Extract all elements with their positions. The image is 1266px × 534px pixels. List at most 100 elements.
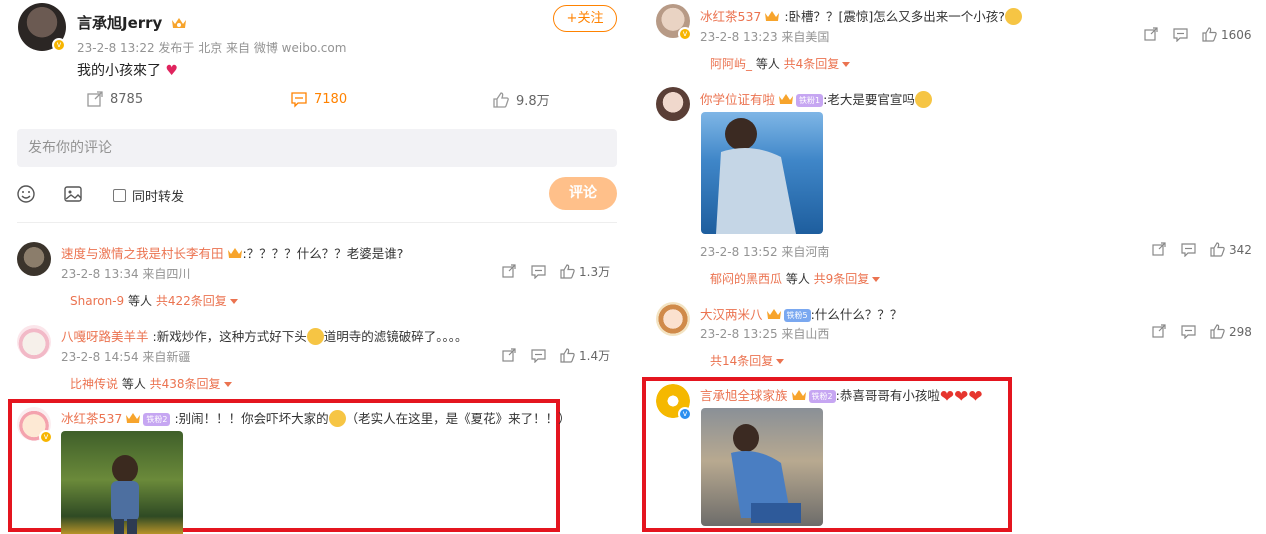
right-panel: v 冰红茶537 :卧槽？？[震惊]怎么又多出来一个小孩? 23-2-8 13:… xyxy=(642,0,1266,534)
avatar[interactable] xyxy=(17,242,51,276)
comment-image[interactable] xyxy=(701,112,823,234)
emoji-icon[interactable] xyxy=(16,184,36,204)
more-replies-link[interactable]: 郁闷的黑西瓜 等人 共9条回复 xyxy=(710,270,881,287)
reply-count[interactable]: 共422条回复 xyxy=(156,294,227,308)
comment-text: :？？？？什么？？老婆是谁? xyxy=(242,246,404,261)
comment-actions: 342 xyxy=(1152,242,1252,257)
thumbs-up-icon xyxy=(493,91,509,108)
comment-username[interactable]: 速度与激情之我是村长李有田 xyxy=(61,246,224,261)
thumbs-up-icon xyxy=(560,264,575,279)
laughing-emoji-icon xyxy=(306,328,324,345)
reply-button[interactable] xyxy=(531,264,546,279)
chevron-down-icon xyxy=(872,277,881,282)
person-photo-icon xyxy=(111,455,139,534)
comment-meta: 23-2-8 13:23 来自美国 xyxy=(700,30,830,44)
reply-count[interactable]: 共438条回复 xyxy=(150,377,221,391)
avatar[interactable] xyxy=(656,302,690,336)
like-button[interactable]: 342 xyxy=(1210,242,1252,257)
comment-username[interactable]: 大汉两米八 xyxy=(700,307,763,322)
comment-icon xyxy=(291,92,307,108)
reply-count[interactable]: 共9条回复 xyxy=(814,272,870,286)
person-photo-icon xyxy=(716,118,796,234)
like-button[interactable]: 298 xyxy=(1210,324,1252,339)
like-count: 1.4万 xyxy=(579,349,611,363)
reply-username[interactable]: Sharon-9 xyxy=(70,294,124,308)
share-button[interactable] xyxy=(1152,242,1167,257)
divider xyxy=(17,222,617,223)
comment-meta: 23-2-8 13:34 来自四川 xyxy=(61,267,191,281)
comment-input[interactable] xyxy=(17,129,617,167)
reply-button[interactable] xyxy=(1181,324,1196,339)
fan-badge: 铁粉5 xyxy=(783,309,811,322)
post-text-content: 我的小孩來了 xyxy=(77,63,161,79)
comment-button[interactable]: 7180 xyxy=(290,90,347,108)
reply-button[interactable] xyxy=(531,348,546,363)
like-button[interactable]: 1.4万 xyxy=(560,347,610,364)
post-meta: 23-2-8 13:22 发布于 北京 来自 微博 weibo.com xyxy=(77,41,347,55)
comment-icon xyxy=(531,349,546,363)
repost-checkbox[interactable]: 同时转发 xyxy=(113,186,184,205)
crown-icon xyxy=(766,309,781,319)
share-button[interactable] xyxy=(1152,324,1167,339)
image-icon[interactable] xyxy=(63,184,83,204)
comment-username[interactable]: 八嘎呀路美羊羊 xyxy=(61,329,149,344)
thumbs-up-icon xyxy=(1202,27,1217,42)
reply-username[interactable]: 比神传说 xyxy=(70,377,118,391)
more-replies-link[interactable]: 比神传说 等人 共438条回复 xyxy=(70,375,232,392)
more-replies-link[interactable]: 阿阿屿_ 等人 共4条回复 xyxy=(710,55,851,72)
share-button[interactable] xyxy=(502,348,517,363)
share-button[interactable] xyxy=(1144,27,1159,42)
laughing-emoji-icon xyxy=(1004,8,1022,25)
like-button[interactable]: 9.8万 xyxy=(492,90,550,109)
more-replies-link[interactable]: 共14条回复 xyxy=(710,352,785,369)
chevron-down-icon xyxy=(776,359,785,364)
checkbox-box[interactable] xyxy=(113,189,126,202)
repost-button[interactable]: 8785 xyxy=(86,90,143,108)
comment-username[interactable]: 言承旭全球家族 xyxy=(700,388,788,403)
comment-icon xyxy=(531,265,546,279)
fan-badge: 铁粉2 xyxy=(143,413,171,426)
reply-button[interactable] xyxy=(1173,27,1188,42)
comment-username[interactable]: 冰红茶537 xyxy=(61,411,122,426)
comment-text-line: 八嘎呀路美羊羊 :新戏炒作，这种方式好下头 道明寺的滤镜破碎了。。。。 xyxy=(61,326,467,345)
red-heart-icon: ❤ xyxy=(939,387,955,407)
like-button[interactable]: 1606 xyxy=(1202,27,1252,42)
crown-icon xyxy=(227,248,242,258)
chevron-down-icon xyxy=(223,382,232,387)
crown-icon xyxy=(126,413,141,423)
comment-actions: 1.3万 xyxy=(502,263,610,280)
comment-text: :卧槽？？[震惊]怎么又多出来一个小孩? xyxy=(784,9,1005,24)
comment-text-line: 言承旭全球家族 铁粉2:恭喜哥哥有小孩啦❤❤❤ xyxy=(700,385,983,407)
thumbs-up-icon xyxy=(1210,242,1225,257)
verified-badge-icon: v xyxy=(678,27,692,41)
left-panel: v 言承旭Jerry 23-2-8 13:22 发布于 北京 来自 微博 wei… xyxy=(0,0,632,534)
comment-image[interactable] xyxy=(701,408,823,526)
share-button[interactable] xyxy=(502,264,517,279)
thumbs-up-icon xyxy=(560,348,575,363)
reply-button[interactable] xyxy=(1181,242,1196,257)
like-button[interactable]: 1.3万 xyxy=(560,263,610,280)
avatar[interactable] xyxy=(656,87,690,121)
more-replies-link[interactable]: Sharon-9 等人 共422条回复 xyxy=(70,292,238,309)
comment-text: :恭喜哥哥有小孩啦 xyxy=(835,388,940,403)
comment-image[interactable] xyxy=(61,431,183,534)
like-count: 9.8万 xyxy=(516,94,550,109)
heart-icon: ♥ xyxy=(161,63,179,79)
reply-username[interactable]: 阿阿屿_ xyxy=(710,57,752,71)
like-count: 298 xyxy=(1229,324,1252,339)
share-icon xyxy=(1152,324,1166,338)
post-username[interactable]: 言承旭Jerry xyxy=(77,14,162,32)
reply-username[interactable]: 郁闷的黑西瓜 xyxy=(710,272,782,286)
reply-count[interactable]: 共4条回复 xyxy=(784,57,840,71)
verified-badge-icon: v xyxy=(678,407,692,421)
comment-username[interactable]: 冰红茶537 xyxy=(700,9,761,24)
avatar[interactable] xyxy=(17,325,51,359)
comment-text-continued: 道明寺的滤镜破碎了。。。。 xyxy=(323,329,468,344)
comment-text: :老大是要官宣吗 xyxy=(823,92,915,107)
follow-button[interactable]: +关注 xyxy=(553,5,617,32)
reply-count[interactable]: 共14条回复 xyxy=(710,354,773,368)
post-author-name[interactable]: 言承旭Jerry xyxy=(77,12,187,33)
submit-comment-button[interactable]: 评论 xyxy=(549,177,617,210)
fan-badge: 铁粉2 xyxy=(808,390,836,403)
comment-username[interactable]: 你学位证有啦 xyxy=(700,92,775,107)
